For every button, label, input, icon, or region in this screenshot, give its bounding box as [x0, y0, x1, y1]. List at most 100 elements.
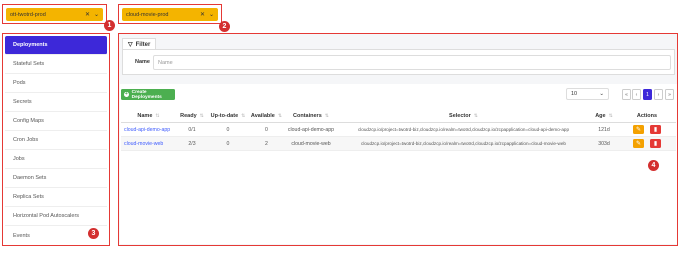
sidebar-item-label: Cron Jobs [13, 137, 39, 143]
delete-trash-icon[interactable]: ▮ [650, 125, 661, 134]
filter-name-label: Name [135, 59, 150, 65]
sort-icon: ⇅ [241, 112, 246, 119]
sidebar-item-deployments[interactable]: Deployments [5, 36, 107, 55]
filter-name-placeholder: Name [158, 59, 173, 66]
sidebar-item-pods[interactable]: Pods [5, 74, 107, 93]
sidebar-item-label: Replica Sets [13, 194, 44, 200]
app-select[interactable]: cloud-movie-prod ✕ ⌄ [122, 8, 218, 21]
column-header-name[interactable]: Name ⇅ [121, 109, 176, 122]
column-label: Available [250, 112, 275, 119]
uptodate-cell: 0 [226, 140, 230, 147]
sidebar-item-label: Jobs [13, 156, 25, 162]
uptodate-cell: 0 [226, 126, 230, 133]
annotation-badge-1: 1 [104, 20, 115, 31]
column-header-containers[interactable]: Containers ⇅ [285, 109, 337, 122]
annotation-badge-4: 4 [648, 160, 659, 171]
clear-icon[interactable]: ✕ [200, 11, 205, 18]
deployment-name-link[interactable]: cloud-movie-web [124, 141, 163, 147]
age-cell: 121d [598, 126, 610, 133]
sidebar-item-cron-jobs[interactable]: Cron Jobs [5, 131, 107, 150]
column-header-actions: Actions [618, 109, 676, 122]
sidebar-item-replica-sets[interactable]: Replica Sets [5, 188, 107, 207]
age-cell: 303d [598, 140, 610, 147]
sidebar-item-stateful-sets[interactable]: Stateful Sets [5, 55, 107, 74]
filter-icon: ▽ [128, 42, 133, 48]
ready-cell: 0/1 [188, 126, 196, 133]
filter-panel: Name Name [122, 49, 675, 75]
sidebar-item-label: Config Maps [13, 118, 44, 124]
column-label: Age [595, 112, 606, 119]
ready-cell: 2/3 [188, 140, 196, 147]
sort-icon: ⇅ [199, 112, 204, 119]
column-header-uptodate[interactable]: Up-to-date ⇅ [208, 109, 248, 122]
table-row: cloud-api-demo-app 0/1 0 0 cloud-api-dem… [121, 123, 676, 137]
cluster-select-value: ott-twotrd-prod [10, 11, 46, 18]
table-header-row: Name ⇅ Ready ⇅ Up-to-date ⇅ Available ⇅ Cont… [121, 109, 676, 123]
pagination-page-current[interactable]: 1 [643, 89, 652, 100]
column-label: Actions [636, 112, 658, 119]
sidebar-item-hpa[interactable]: Horizontal Pod Autoscalers [5, 207, 107, 226]
deployments-table: Name ⇅ Ready ⇅ Up-to-date ⇅ Available ⇅ Cont… [121, 109, 676, 151]
table-row: cloud-movie-web 2/3 0 2 cloud-movie-web … [121, 137, 676, 151]
column-label: Ready [180, 112, 197, 119]
filter-tab-label: Filter [135, 41, 151, 48]
edit-pencil-icon[interactable]: ✎ [633, 139, 644, 148]
sort-icon: ⇅ [608, 112, 613, 119]
sidebar-item-daemon-sets[interactable]: Daemon Sets [5, 169, 107, 188]
clear-icon[interactable]: ✕ [85, 11, 90, 18]
cluster-select[interactable]: ott-twotrd-prod ✕ ⌄ [6, 8, 103, 21]
pagination-last[interactable]: » [665, 89, 674, 100]
available-cell: 2 [265, 140, 268, 147]
sort-icon: ⇅ [473, 112, 478, 119]
create-deployments-button[interactable]: + Create Deployments [121, 89, 175, 100]
sidebar-item-label: Secrets [13, 99, 32, 105]
pagination-prev[interactable]: ‹ [632, 89, 641, 100]
app-select-value: cloud-movie-prod [126, 11, 169, 18]
deployment-name-link[interactable]: cloud-api-demo-app [124, 127, 170, 133]
column-label: Containers [293, 112, 322, 119]
sidebar-item-label: Deployments [13, 42, 48, 48]
column-header-age[interactable]: Age ⇅ [590, 109, 618, 122]
table-panel [120, 84, 677, 244]
page-size-value: 10 [571, 91, 578, 97]
pagination-first[interactable]: « [622, 89, 631, 100]
sidebar-item-label: Events [13, 232, 30, 239]
sort-icon: ⇅ [324, 112, 329, 119]
cluster-select-box: ott-twotrd-prod ✕ ⌄ [2, 4, 107, 24]
chevron-down-icon[interactable]: ⌄ [209, 11, 214, 18]
column-header-ready[interactable]: Ready ⇅ [176, 109, 208, 122]
sidebar-item-label: Stateful Sets [13, 61, 45, 67]
create-deployments-label: Create Deployments [131, 89, 162, 100]
chevron-down-icon: ⌄ [599, 91, 604, 97]
delete-trash-icon[interactable]: ▮ [650, 139, 661, 148]
actions-cell: ✎ ▮ [618, 123, 676, 136]
plus-circle-icon: + [124, 91, 129, 97]
sort-icon: ⇅ [277, 112, 283, 119]
column-label: Name [137, 112, 153, 119]
available-cell: 0 [265, 126, 268, 133]
annotation-badge-3: 3 [88, 228, 99, 239]
chevron-down-icon[interactable]: ⌄ [94, 11, 99, 18]
column-label: Up-to-date [210, 112, 239, 119]
filter-name-input[interactable]: Name [153, 55, 671, 70]
sidebar-list: Deployments Stateful Sets Pods Secrets C… [5, 36, 107, 245]
sidebar-item-secrets[interactable]: Secrets [5, 93, 107, 112]
containers-cell: cloud-movie-web [291, 140, 331, 147]
page-size-select[interactable]: 10 ⌄ [566, 88, 609, 100]
actions-cell: ✎ ▮ [618, 137, 676, 150]
column-header-selector[interactable]: Selector ⇅ [337, 109, 590, 122]
sidebar-item-jobs[interactable]: Jobs [5, 150, 107, 169]
column-header-available[interactable]: Available ⇅ [248, 109, 285, 122]
sidebar-item-label: Pods [13, 80, 26, 86]
annotation-badge-2: 2 [219, 21, 230, 32]
sidebar-item-config-maps[interactable]: Config Maps [5, 112, 107, 131]
sort-icon: ⇅ [155, 112, 160, 119]
pagination-next[interactable]: › [654, 89, 663, 100]
app-select-box: cloud-movie-prod ✕ ⌄ [118, 4, 222, 24]
sidebar: Deployments Stateful Sets Pods Secrets C… [2, 33, 110, 246]
edit-pencil-icon[interactable]: ✎ [633, 125, 644, 134]
containers-cell: cloud-api-demo-app [287, 126, 335, 133]
column-label: Selector [449, 112, 471, 119]
selector-cell: cloudzcp.io/project=twotrd-biz,cloudzcp.… [357, 127, 570, 132]
sidebar-item-label: Daemon Sets [13, 175, 47, 181]
